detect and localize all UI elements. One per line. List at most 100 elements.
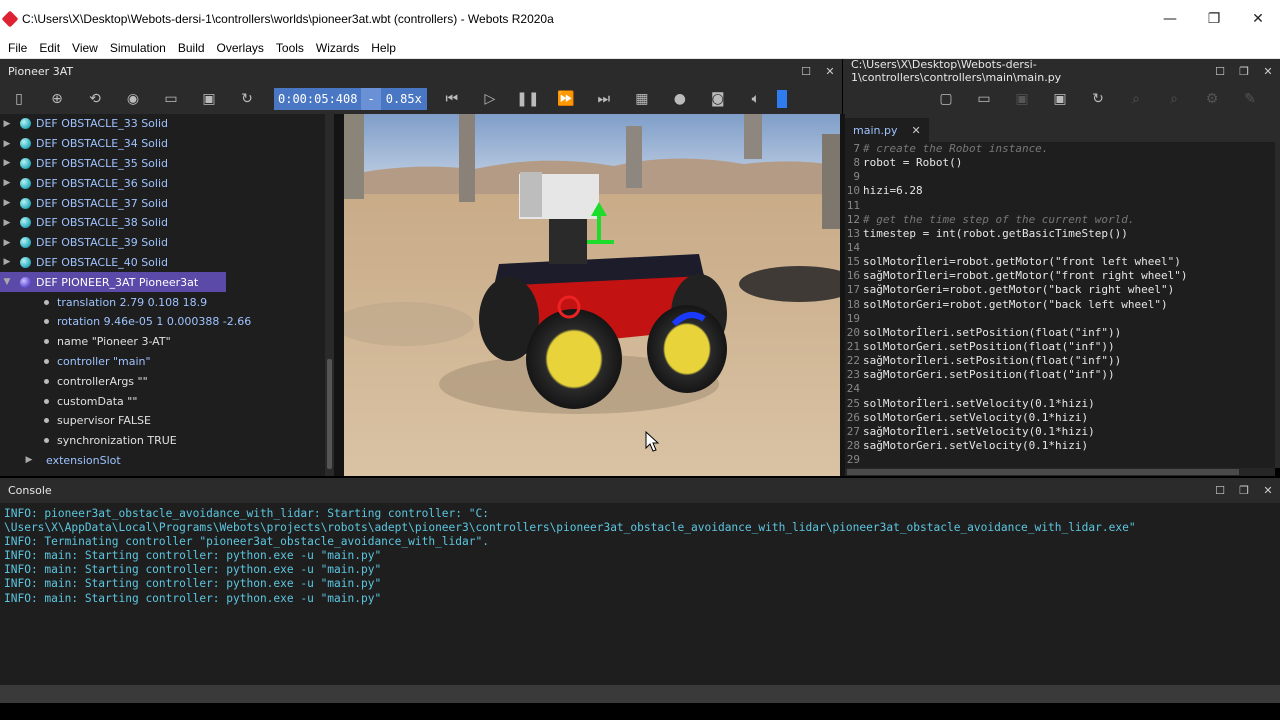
tree-field-extension[interactable]: ▶ extensionSlot <box>0 451 334 471</box>
editor-horizontal-scrollbar[interactable] <box>845 468 1275 476</box>
menu-simulation[interactable]: Simulation <box>104 41 172 55</box>
code-text: solMotorİleri.setPosition(float("inf")) <box>863 325 1122 339</box>
tree-node[interactable]: ▶ DEF OBSTACLE_38 Solid <box>0 213 334 233</box>
open-file-icon[interactable]: ▭ <box>971 86 997 112</box>
editor-vertical-scrollbar[interactable] <box>1275 142 1280 468</box>
code-line: 9 <box>845 170 1275 184</box>
sound-icon[interactable]: 🔈︎ <box>743 86 769 112</box>
tree-node-robot-selected[interactable]: ▼ DEF PIONEER_3AT Pioneer3at <box>0 272 226 293</box>
tree-field[interactable]: controllerArgs "" <box>0 371 334 391</box>
robot-node-icon <box>20 276 31 288</box>
restore-button[interactable]: ❐ <box>1192 0 1236 38</box>
expand-arrow-icon[interactable]: ▶ <box>0 198 14 208</box>
scrollbar-thumb[interactable] <box>327 359 332 469</box>
editor-close-icon[interactable]: ✕ <box>1256 65 1280 78</box>
tree-field[interactable]: translation 2.79 0.108 18.9 <box>0 292 334 312</box>
save-as-icon[interactable]: ▣ <box>1047 86 1073 112</box>
code-line: 7 # create the Robot instance. <box>845 142 1275 156</box>
expand-arrow-icon[interactable]: ▶ <box>0 119 14 129</box>
console-line: INFO: Terminating controller "pioneer3at… <box>4 535 489 549</box>
scrollbar-thumb[interactable] <box>847 469 1239 475</box>
menu-view[interactable]: View <box>66 41 104 55</box>
tree-node[interactable]: ▶ DEF OBSTACLE_36 Solid <box>0 173 334 193</box>
new-file-icon[interactable]: ▢ <box>933 86 959 112</box>
scene-tree-scrollbar[interactable] <box>325 114 334 476</box>
fast-icon[interactable]: ⏭ <box>591 86 617 112</box>
line-number: 12 <box>846 212 860 226</box>
find-icon[interactable]: ⌕ <box>1123 86 1149 112</box>
tree-node[interactable]: ▶ DEF OBSTACLE_37 Solid <box>0 193 334 213</box>
save-file-icon[interactable]: ▣ <box>1009 86 1035 112</box>
expand-arrow-icon[interactable]: ▶ <box>0 178 14 188</box>
record-icon[interactable]: ● <box>667 86 693 112</box>
console-float-icon[interactable]: ☐ <box>1208 484 1232 497</box>
reset-simulation-icon[interactable]: ⏮ <box>439 86 465 112</box>
dock-close-icon[interactable]: ✕ <box>818 65 842 78</box>
expand-arrow-icon[interactable]: ▶ <box>0 158 14 168</box>
menu-edit[interactable]: Edit <box>33 41 66 55</box>
reset-viewpoint-icon[interactable]: ⟲ <box>82 86 108 112</box>
menu-tools[interactable]: Tools <box>270 41 310 55</box>
tree-field[interactable]: name "Pioneer 3-AT" <box>0 332 334 352</box>
volume-slider[interactable] <box>776 89 787 108</box>
line-number: 8 <box>853 156 860 170</box>
tree-field[interactable]: supervisor FALSE <box>0 411 334 431</box>
3d-view[interactable] <box>344 114 840 476</box>
line-number: 23 <box>846 368 860 382</box>
solid-node-icon <box>20 177 31 189</box>
save-world-icon[interactable]: ▣ <box>196 86 222 112</box>
code-editor[interactable]: 7 # create the Robot instance. 8 robot = Ro… <box>845 142 1275 468</box>
tree-node[interactable]: ▶ DEF OBSTACLE_34 Solid <box>0 134 334 154</box>
line-number: 24 <box>846 382 860 396</box>
expand-arrow-icon[interactable]: ▶ <box>0 257 14 267</box>
editor-dock-title: C:\Users\X\Desktop\Webots-dersi-1\contro… <box>851 58 1062 84</box>
tree-node[interactable]: ▶ DEF OBSTACLE_39 Solid <box>0 233 334 253</box>
build-gear-icon[interactable]: ⚙ <box>1199 86 1225 112</box>
clean-icon[interactable]: ✎ <box>1237 86 1263 112</box>
tree-field[interactable]: controller "main" <box>0 352 334 372</box>
tree-node[interactable]: ▶ DEF OBSTACLE_33 Solid <box>0 114 334 134</box>
expand-arrow-icon[interactable]: ▶ <box>0 218 14 228</box>
open-world-icon[interactable]: ▭ <box>158 86 184 112</box>
replace-icon[interactable]: ⌕ <box>1161 86 1187 112</box>
revert-icon[interactable]: ↻ <box>1085 86 1111 112</box>
tree-node[interactable]: ▶ DEF OBSTACLE_40 Solid <box>0 253 334 273</box>
code-line: 11 <box>845 199 1275 213</box>
menu-bar: File Edit View Simulation Build Overlays… <box>0 38 1280 59</box>
menu-build[interactable]: Build <box>172 41 211 55</box>
editor-maximize-icon[interactable]: ❐ <box>1232 65 1256 78</box>
window-title-bar: C:\Users\X\Desktop\Webots-dersi-1\contro… <box>0 0 1280 38</box>
code-text: solMotorGeri=robot.getMotor("back left w… <box>863 297 1168 311</box>
expand-arrow-icon[interactable]: ▶ <box>22 455 36 465</box>
tree-field[interactable]: rotation 9.46e-05 1 0.000388 -2.66 <box>0 312 334 332</box>
splitter[interactable] <box>334 114 344 476</box>
console-close-icon[interactable]: ✕ <box>1256 484 1280 497</box>
menu-help[interactable]: Help <box>365 41 402 55</box>
close-button[interactable]: ✕ <box>1236 0 1280 38</box>
expand-arrow-icon[interactable]: ▶ <box>0 238 14 248</box>
menu-overlays[interactable]: Overlays <box>211 41 270 55</box>
tree-field[interactable]: customData "" <box>0 391 334 411</box>
add-node-icon[interactable]: ⊕ <box>44 86 70 112</box>
tree-field[interactable]: synchronization TRUE <box>0 431 334 451</box>
tab-main-py[interactable]: main.py ✕ <box>845 118 929 142</box>
tree-node[interactable]: ▶ DEF OBSTACLE_35 Solid <box>0 154 334 174</box>
editor-float-icon[interactable]: ☐ <box>1208 65 1232 78</box>
pause-icon[interactable]: ❚❚ <box>515 86 541 112</box>
expand-arrow-icon[interactable]: ▶ <box>0 139 14 149</box>
view-eye-icon[interactable]: ◉ <box>120 86 146 112</box>
reload-world-icon[interactable]: ↻ <box>234 86 260 112</box>
run-icon[interactable]: ⏩ <box>553 86 579 112</box>
minimize-button[interactable]: — <box>1148 0 1192 38</box>
toggle-scene-tree-icon[interactable]: ▯ <box>6 86 32 112</box>
record-movie-icon[interactable]: ▦ <box>629 86 655 112</box>
screenshot-camera-icon[interactable]: ◙ <box>705 86 731 112</box>
console-maximize-icon[interactable]: ❐ <box>1232 484 1256 497</box>
collapse-arrow-icon[interactable]: ▼ <box>0 277 14 287</box>
tab-close-icon[interactable]: ✕ <box>911 124 920 137</box>
dock-float-icon[interactable]: ☐ <box>794 65 818 78</box>
console-output[interactable]: INFO: pioneer3at_obstacle_avoidance_with… <box>0 503 1280 685</box>
menu-wizards[interactable]: Wizards <box>310 41 365 55</box>
menu-file[interactable]: File <box>2 41 33 55</box>
step-icon[interactable]: ▷ <box>477 86 503 112</box>
